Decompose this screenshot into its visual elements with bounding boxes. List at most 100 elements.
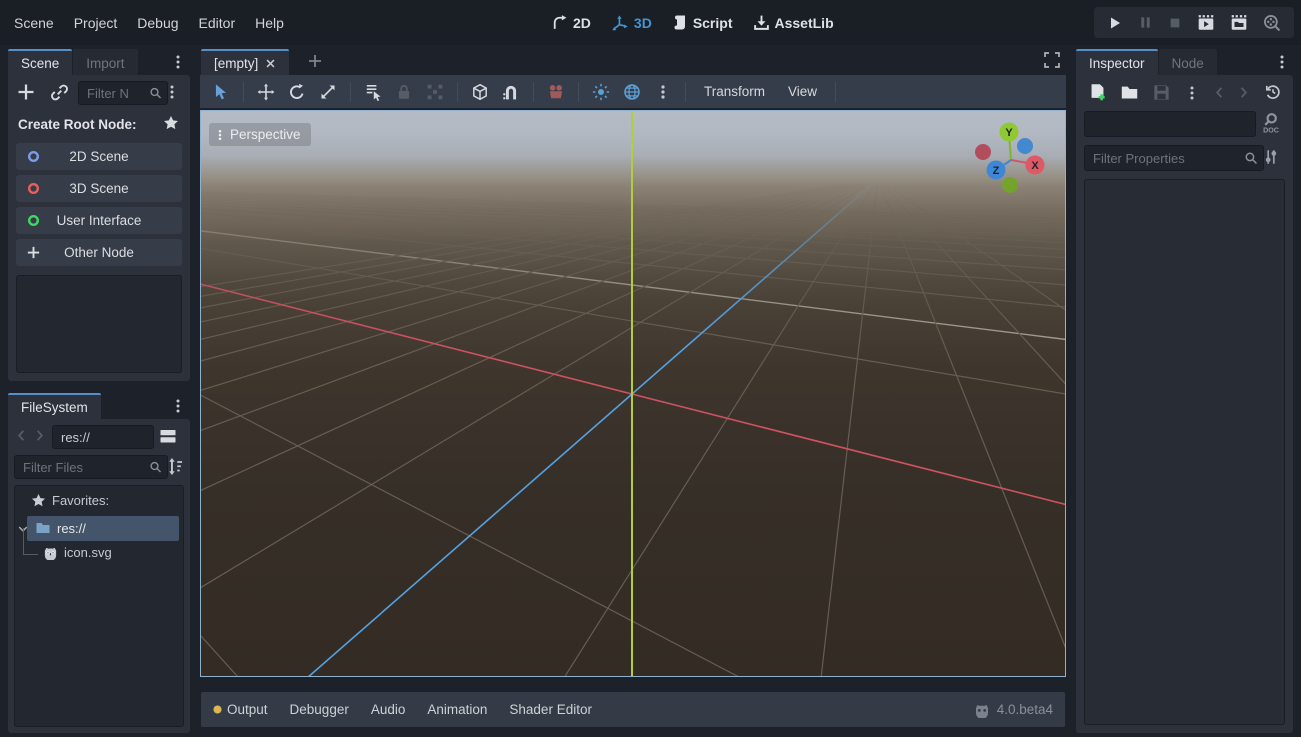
scale-mode-icon[interactable] [319,83,337,101]
mode-assetlib-button[interactable]: AssetLib [753,14,834,31]
play-scene-button[interactable] [1197,14,1215,32]
tab-import-label: Import [86,56,124,71]
nav-forward-icon[interactable] [32,428,47,443]
tree-row-root[interactable]: res:// [35,520,86,536]
create-2d-scene-button[interactable]: 2D Scene [16,143,182,170]
new-scene-tab-button[interactable] [307,53,323,69]
axis-ball-neg-z[interactable] [1017,138,1033,154]
mode-2d-button[interactable]: 2D [551,14,591,31]
create-other-node-button[interactable]: Other Node [16,239,182,266]
filesystem-path-input[interactable] [52,425,154,449]
bottom-tab-debugger[interactable]: Debugger [290,702,349,717]
menu-debug[interactable]: Debug [127,11,188,35]
tab-filesystem-label: FileSystem [21,400,88,415]
3d-viewport[interactable]: Perspective Y X Z [200,110,1066,677]
bottom-tab-output[interactable]: Output [213,702,268,717]
play-custom-scene-button[interactable] [1230,14,1248,32]
menu-scene[interactable]: Scene [4,11,64,35]
favorites-star-icon[interactable] [163,115,179,131]
view-menu[interactable]: View [783,84,822,99]
2d-mode-label: 2D [573,15,591,31]
add-node-button[interactable] [16,82,36,102]
tab-node[interactable]: Node [1159,49,1217,75]
group-icon[interactable] [426,83,444,101]
sun-light-icon[interactable] [592,83,610,101]
axis-gizmo[interactable]: Y X Z [956,111,1066,211]
tab-import[interactable]: Import [73,49,137,75]
menu-project[interactable]: Project [64,11,128,35]
instance-scene-button[interactable] [50,83,69,102]
history-back-icon[interactable] [1212,85,1227,100]
scene-toolbar-menu-icon[interactable] [164,83,180,101]
menu-help[interactable]: Help [245,11,294,35]
bottom-tab-animation[interactable]: Animation [427,702,487,717]
axis-label-z: Z [993,165,1000,177]
scene-tree-empty-area [16,275,182,373]
load-resource-folder-icon[interactable] [1120,83,1139,102]
transform-menu[interactable]: Transform [699,84,770,99]
inspector-dock-menu-icon[interactable] [1274,53,1290,71]
new-resource-icon[interactable] [1088,83,1107,102]
local-space-icon[interactable] [471,83,489,101]
history-list-icon[interactable] [1264,83,1282,101]
snap-magnet-icon[interactable] [502,83,520,101]
bottom-tab-output-label: Output [227,702,268,717]
preview-camera-icon[interactable] [547,83,565,101]
save-icon[interactable] [1152,83,1171,102]
select-list-icon[interactable] [364,83,382,101]
lock-icon[interactable] [395,83,413,101]
rotate-mode-icon[interactable] [288,83,306,101]
close-icon[interactable] [265,58,276,69]
split-view-icon[interactable] [158,426,178,446]
tab-filesystem[interactable]: FileSystem [8,393,101,419]
resource-options-dots-icon[interactable] [1184,84,1200,102]
tab-inspector[interactable]: Inspector [1076,49,1158,75]
axis-ball-neg-x[interactable] [975,144,991,160]
plus-icon [26,245,41,260]
tab-scene[interactable]: Scene [8,49,72,75]
favorites-row[interactable]: Favorites: [31,493,109,508]
scene-tab-empty[interactable]: [empty] [201,49,289,75]
2d-mode-icon [551,14,568,31]
mode-script-button[interactable]: Script [672,14,733,31]
version-label: 4.0.beta4 [997,702,1053,717]
bottom-tab-audio[interactable]: Audio [371,702,406,717]
bottom-tab-debugger-label: Debugger [290,702,349,717]
create-2d-scene-label: 2D Scene [69,149,128,164]
perspective-menu-button[interactable]: Perspective [209,123,311,146]
resource-name-field[interactable] [1084,111,1256,137]
viewport-toolbar: Transform View [200,75,1066,108]
expand-viewport-icon[interactable] [1044,52,1060,68]
property-tools-icon[interactable] [1262,148,1280,166]
filesystem-filter-input[interactable] [14,455,168,479]
filesystem-dock-menu-icon[interactable] [170,397,186,415]
create-user-interface-button[interactable]: User Interface [16,207,182,234]
stop-button[interactable] [1168,16,1182,30]
create-3d-scene-button[interactable]: 3D Scene [16,175,182,202]
axis-ball-neg-y[interactable] [1002,177,1018,193]
filesystem-tree: Favorites: res:// icon.svg [14,485,184,727]
movie-maker-mode-button[interactable] [1263,14,1281,32]
move-mode-icon[interactable] [257,83,275,101]
play-button[interactable] [1107,15,1123,31]
bottom-tab-shader-editor[interactable]: Shader Editor [509,702,592,717]
node2d-icon [26,149,41,164]
sort-files-icon[interactable] [166,457,185,476]
nav-back-icon[interactable] [14,428,29,443]
tree-row-icon-svg[interactable]: icon.svg [43,545,112,560]
mode-3d-button[interactable]: 3D [611,14,652,32]
inspector-filter-input[interactable] [1084,145,1264,171]
select-mode-icon[interactable] [212,83,230,101]
environment-globe-icon[interactable] [623,83,641,101]
godot-file-icon [43,545,58,560]
view-options-dots-icon[interactable] [654,84,672,100]
menu-editor[interactable]: Editor [189,11,246,35]
pause-button[interactable] [1138,15,1153,30]
history-forward-icon[interactable] [1236,85,1251,100]
scene-filter-wrap [78,85,168,101]
open-docs-icon[interactable]: DOC [1260,111,1282,135]
separator [578,82,579,102]
scene-dock-menu-icon[interactable] [170,53,186,71]
version-info: 4.0.beta4 [974,702,1053,718]
assetlib-mode-icon [753,14,770,31]
